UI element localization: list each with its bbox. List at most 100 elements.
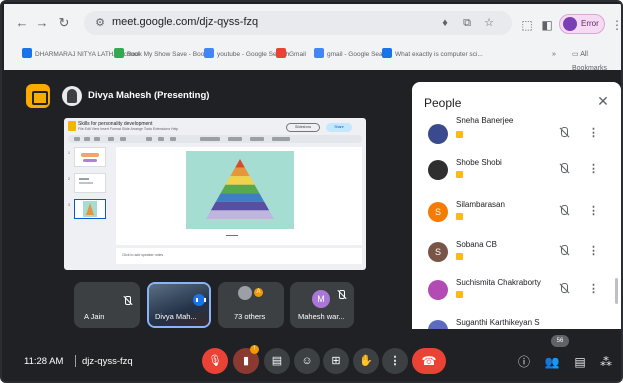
- camera-access-icon[interactable]: ♦: [438, 16, 452, 30]
- host-badge-icon: [456, 253, 463, 260]
- thumb-number: 2: [68, 177, 70, 181]
- forward-icon[interactable]: →: [34, 15, 50, 31]
- host-badge-icon: [456, 213, 463, 220]
- profile-avatar: [563, 17, 577, 31]
- toolbar-tool-icon: [146, 137, 152, 141]
- profile-label: Error: [581, 19, 599, 28]
- raise-hand-icon: ✋: [359, 355, 373, 367]
- close-icon[interactable]: ✕: [596, 94, 610, 108]
- extensions-icon[interactable]: ⬚: [520, 18, 534, 32]
- address-row: ← → ↻ ⚙ meet.google.com/djz-qyss-fzq ♦ ⧉…: [4, 8, 621, 38]
- toolbar-tool-icon: [94, 137, 100, 141]
- participant-row[interactable]: S Sobana CB ⋮: [412, 234, 621, 270]
- share-button: Share: [326, 123, 352, 132]
- avatar: [428, 280, 448, 300]
- install-app-icon[interactable]: ⧉: [460, 16, 474, 30]
- emoji-button[interactable]: ☺: [294, 348, 320, 374]
- tile-name: A Jain: [84, 312, 105, 321]
- participant-count-badge: 56: [551, 335, 569, 347]
- bookmark-item[interactable]: Book My Show Save - Book...: [114, 48, 213, 62]
- raise-hand-button[interactable]: ✋: [353, 348, 379, 374]
- presentation-icon[interactable]: [26, 84, 50, 108]
- pyramid-level: [220, 184, 260, 194]
- screenshot-frame: ← → ↻ ⚙ meet.google.com/djz-qyss-fzq ♦ ⧉…: [0, 0, 623, 383]
- participant-tile[interactable]: A Jain: [74, 282, 140, 328]
- bookmark-star-icon[interactable]: ☆: [482, 16, 496, 30]
- slideshow-button: Slideshow: [286, 123, 320, 132]
- mic-off-icon: [558, 126, 570, 140]
- toolbar-tool-icon: [228, 137, 242, 141]
- toolbar-tool-icon: [84, 137, 90, 141]
- reload-icon[interactable]: ↻: [56, 15, 72, 31]
- more-vert-icon[interactable]: ⋮: [588, 282, 599, 296]
- mic-off-icon: [558, 282, 570, 296]
- more-vert-icon[interactable]: ⋮: [588, 244, 599, 258]
- participant-row[interactable]: Shobe Shobi ⋮: [412, 152, 621, 188]
- participant-row[interactable]: Suganthi Karthikeyan S: [412, 312, 621, 329]
- host-badge-icon: [456, 131, 463, 138]
- slides-logo-icon: [68, 121, 76, 131]
- google-icon: [204, 48, 214, 58]
- captions-icon: ▤: [271, 355, 283, 367]
- tile-name: Divya Mah...: [155, 312, 197, 321]
- back-icon[interactable]: ←: [14, 15, 30, 31]
- participant-name: Silambarasan: [456, 200, 505, 209]
- panel-scrollbar[interactable]: [615, 278, 618, 304]
- url-text[interactable]: meet.google.com/djz-qyss-fzq: [112, 16, 258, 28]
- captions-button[interactable]: ▤: [264, 348, 290, 374]
- pyramid-level: [210, 201, 270, 211]
- info-icon[interactable]: ⓘ: [516, 354, 532, 370]
- host-badge-icon: [456, 291, 463, 298]
- activities-icon[interactable]: ⁂: [598, 354, 614, 370]
- host-badge-icon: [456, 171, 463, 178]
- bookmark-item[interactable]: What exactly is computer sci...: [382, 48, 483, 62]
- participant-tile-active[interactable]: Divya Mah...: [147, 282, 211, 328]
- slide-menu: File Edit View Insert Format Slide Arran…: [78, 127, 179, 131]
- presenter-name: Divya Mahesh (Presenting): [88, 90, 210, 101]
- profile-button[interactable]: Error: [559, 14, 605, 34]
- slide-canvas: ▬▬▬▬: [116, 147, 362, 245]
- site-info-icon[interactable]: ⚙: [93, 16, 107, 30]
- tile-name: 73 others: [234, 312, 266, 321]
- participant-tile-others[interactable]: A 73 others: [218, 282, 284, 328]
- camera-toggle-button[interactable]: ▮ !: [233, 345, 259, 374]
- side-panel-icon[interactable]: ◧: [540, 18, 554, 32]
- more-vert-icon[interactable]: ⋮: [588, 126, 599, 140]
- toolbar-tool-icon: [158, 137, 164, 141]
- meeting-code: djz-qyss-fzq: [82, 356, 133, 367]
- bookmark-item[interactable]: gmail - Google Search: [314, 48, 392, 62]
- pyramid-level: [206, 210, 274, 219]
- toolbar-tool-icon: [120, 137, 126, 141]
- bookmark-favicon-icon: [22, 48, 32, 58]
- browser-menu-icon[interactable]: ⋮: [611, 18, 621, 32]
- avatar: S: [428, 242, 448, 262]
- address-bar[interactable]: ⚙ meet.google.com/djz-qyss-fzq ♦ ⧉ ☆: [84, 11, 512, 35]
- mic-off-icon: 🎙: [208, 355, 222, 367]
- slide-toolbar: [68, 135, 362, 143]
- chat-icon[interactable]: ▤: [572, 354, 588, 370]
- shared-screen[interactable]: Skills for personality development File …: [64, 118, 366, 270]
- participant-row[interactable]: Sneha Banerjee ⋮: [412, 116, 621, 152]
- thumb-number: 3: [68, 203, 70, 207]
- participant-name: Shobe Shobi: [456, 158, 502, 167]
- present-button[interactable]: ⊞: [323, 348, 349, 374]
- bookmark-favicon-icon: [114, 48, 124, 58]
- participant-tile[interactable]: M Mahesh war...: [290, 282, 354, 328]
- more-options-button[interactable]: ⋮: [382, 348, 408, 374]
- more-vert-icon[interactable]: ⋮: [588, 162, 599, 176]
- mic-off-icon: [558, 204, 570, 218]
- camera-warning-icon: !: [250, 345, 259, 354]
- people-icon[interactable]: 👥: [544, 354, 560, 370]
- participant-row[interactable]: S Silambarasan ⋮: [412, 194, 621, 230]
- bookmarks-bar: DHARMARAJ NITYA LATHA School Book My Sho…: [4, 44, 621, 72]
- mic-toggle-button[interactable]: 🎙: [202, 348, 228, 374]
- participant-row[interactable]: Suchismita Chakraborty ⋮: [412, 272, 621, 308]
- bookmark-item[interactable]: Gmail: [276, 48, 306, 62]
- more-vert-icon[interactable]: ⋮: [588, 204, 599, 218]
- bookmarks-overflow-icon[interactable]: »: [552, 48, 556, 62]
- pyramid-level: [235, 159, 245, 168]
- end-call-button[interactable]: ☎: [412, 348, 446, 374]
- pyramid-level: [215, 193, 265, 202]
- mic-off-icon: [336, 290, 346, 300]
- toolbar-tool-icon: [200, 137, 220, 141]
